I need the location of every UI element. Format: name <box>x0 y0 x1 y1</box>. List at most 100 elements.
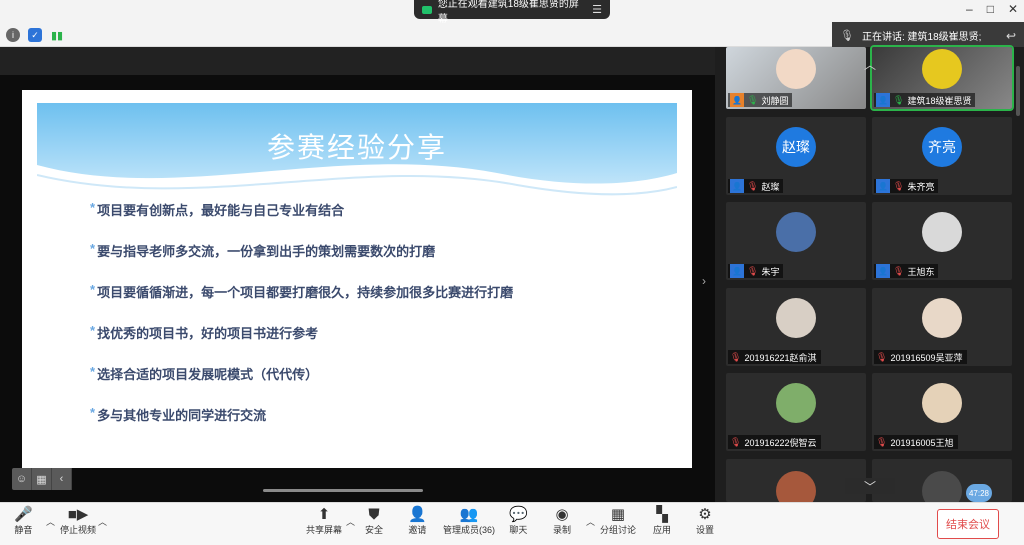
security-button[interactable]: ⛊ 安全 <box>365 505 383 536</box>
apps-button[interactable]: ▚ 应用 <box>653 505 671 536</box>
keyboard-icon[interactable]: ▦ <box>32 468 52 490</box>
share-banner[interactable]: 您正在观看建筑18级崔思贤的屏幕 ☰ <box>414 0 610 25</box>
participant-tile[interactable]: 🎙 201916221赵俞淇 <box>726 288 866 366</box>
avatar <box>776 471 816 502</box>
mic-muted-icon: 🎙 <box>876 351 888 362</box>
settings-button[interactable]: ⚙ 设置 <box>696 505 714 536</box>
avatar <box>922 298 962 338</box>
participant-tile[interactable]: 👤 🎙 建筑18级崔思贤 <box>870 45 1014 111</box>
gallery-scrollbar[interactable] <box>1016 66 1020 116</box>
shared-screen: 参赛经验分享 * 项目要有创新点，最好能与自己专业有结合 * 要与指导老师多交流，一份… <box>0 47 715 502</box>
members-icon: 👥 <box>459 506 479 523</box>
avatar <box>776 212 816 252</box>
avatar <box>776 383 816 423</box>
mic-muted-icon: 🎙 <box>747 180 759 191</box>
mic-muted-icon: 🎙 <box>747 265 759 276</box>
chevron-up-icon[interactable]: ︿ <box>586 515 595 528</box>
shield-icon[interactable]: ✓ <box>28 28 42 42</box>
manage-members-label: 管理成员(36) <box>443 525 496 535</box>
mic-muted-icon: 🎙 <box>876 436 888 447</box>
microphone-icon: 🎤 <box>14 506 33 523</box>
mute-button[interactable]: 🎤 静音 <box>14 505 33 536</box>
apps-icon: ▚ <box>656 506 668 523</box>
participant-name: 王旭东 <box>907 266 935 277</box>
chevron-left-icon[interactable]: ‹ <box>52 468 72 490</box>
bullet-text: 项目要循循渐进，每一个项目都要打磨很久，持续参加很多比赛进行打磨 <box>97 285 514 300</box>
invite-button[interactable]: 👤 邀请 <box>408 505 427 536</box>
meeting-window: 您正在观看建筑18级崔思贤的屏幕 ☰ – □ ✕ i ✓ ▮▮ 🎙 正在讲话: … <box>0 0 1024 545</box>
end-meeting-button[interactable]: 结束会议 <box>937 509 999 539</box>
mic-muted-icon: 🎙 <box>730 436 742 447</box>
slide-bullet: * 项目要循循渐进，每一个项目都要打磨很久，持续参加很多比赛进行打磨 <box>90 282 650 323</box>
close-button[interactable]: ✕ <box>1008 2 1018 16</box>
speaking-label: 正在讲话: 建筑18级崔思贤; <box>861 32 982 43</box>
gallery-scroll-down-button[interactable]: ﹀ <box>845 478 895 494</box>
video-camera-icon: ■▶ <box>67 506 89 523</box>
speaking-indicator: 🎙 正在讲话: 建筑18级崔思贤; ↩ <box>832 22 1024 49</box>
participant-tile[interactable]: 齐亮 👤 🎙 朱齐亮 <box>872 117 1012 195</box>
user-icon: 👤 <box>876 179 890 193</box>
chat-icon: 💬 <box>509 506 528 523</box>
stop-video-button[interactable]: ■▶ 停止视频 <box>60 505 96 536</box>
avatar <box>922 212 962 252</box>
participant-face <box>776 49 816 89</box>
bullet-marker: * <box>90 323 96 338</box>
user-icon: 👤 <box>730 179 744 193</box>
participant-name-tag: 🎙 201916005王旭 <box>874 435 958 449</box>
participant-name-tag: 👤 🎙 建筑18级崔思贤 <box>874 93 976 107</box>
horizontal-scrollbar[interactable] <box>263 489 423 492</box>
mic-on-icon: 🎙 <box>893 94 905 105</box>
avatar <box>922 383 962 423</box>
manage-members-button[interactable]: 👥 管理成员(36) <box>443 505 495 536</box>
share-screen-button[interactable]: ⬆ 共享屏幕 <box>306 505 342 536</box>
participant-tile[interactable]: 🎙 201916005王旭 <box>872 373 1012 451</box>
bullet-marker: * <box>90 200 96 215</box>
invite-label: 邀请 <box>408 525 427 535</box>
mic-muted-icon: 🎙 <box>730 351 742 362</box>
return-icon[interactable]: ↩ <box>1006 29 1016 43</box>
slide-title: 参赛经验分享 <box>266 132 447 163</box>
participant-tile[interactable]: 赵璨 👤 🎙 赵璨 <box>726 117 866 195</box>
chevron-up-icon[interactable]: ︿ <box>46 515 55 528</box>
user-icon: 👤 <box>730 264 744 278</box>
participant-tile[interactable]: 👤 🎙 刘静圆 <box>726 47 866 109</box>
minimize-button[interactable]: – <box>966 2 973 16</box>
maximize-button[interactable]: □ <box>987 2 994 16</box>
security-label: 安全 <box>365 525 384 535</box>
mic-icon: 🎙 <box>840 30 854 42</box>
meeting-timer: 47:28 <box>966 484 992 502</box>
stage-header <box>0 47 715 75</box>
window-controls: – □ ✕ <box>966 2 1018 16</box>
participant-name-tag: 🎙 201916509吴亚萍 <box>874 350 967 364</box>
chat-button[interactable]: 💬 聊天 <box>509 505 528 536</box>
bullet-marker: * <box>90 364 96 379</box>
breakout-rooms-button[interactable]: ▦ 分组讨论 <box>600 505 636 536</box>
participant-name: 朱齐亮 <box>907 181 935 192</box>
initials-avatar: 齐亮 <box>922 127 962 167</box>
meeting-toolbar: 🎤 静音 ︿ ■▶ 停止视频 ︿ ⬆ 共享屏幕 ︿ ⛊ 安全 👤 邀请 👥 管理… <box>0 502 1024 545</box>
participant-tile[interactable]: 🎙 201916509吴亚萍 <box>872 288 1012 366</box>
gallery-scroll-up-icon[interactable]: ︿ <box>864 56 876 73</box>
emoji-icon[interactable]: ☺ <box>12 468 32 490</box>
mic-on-icon: 🎙 <box>747 94 759 105</box>
bullet-text: 要与指导老师多交流，一份拿到出手的策划需要数次的打磨 <box>97 244 436 259</box>
record-icon: ◉ <box>555 506 569 523</box>
bullet-text: 多与其他专业的同学进行交流 <box>97 408 267 423</box>
signal-icon[interactable]: ▮▮ <box>50 28 64 42</box>
slide-bullet: * 项目要有创新点，最好能与自己专业有结合 <box>90 200 650 241</box>
chevron-up-icon[interactable]: ︿ <box>98 515 107 528</box>
screen-share-icon <box>422 5 432 14</box>
bullet-marker: * <box>90 241 96 256</box>
chevron-right-icon[interactable]: › <box>702 274 706 288</box>
chevron-up-icon[interactable]: ︿ <box>346 515 355 528</box>
menu-icon[interactable]: ☰ <box>592 3 602 16</box>
slide-bullet: * 找优秀的项目书，好的项目书进行参考 <box>90 323 650 364</box>
participant-name: 刘静圆 <box>761 95 789 106</box>
stop-video-label: 停止视频 <box>60 525 97 535</box>
record-button[interactable]: ◉ 录制 <box>553 505 571 536</box>
participant-tile[interactable]: 👤 🎙 朱宇 <box>726 202 866 280</box>
info-icon[interactable]: i <box>6 28 20 42</box>
avatar <box>776 298 816 338</box>
participant-tile[interactable]: 🎙 201916222倪智云 <box>726 373 866 451</box>
participant-tile[interactable]: 👤 🎙 王旭东 <box>872 202 1012 280</box>
